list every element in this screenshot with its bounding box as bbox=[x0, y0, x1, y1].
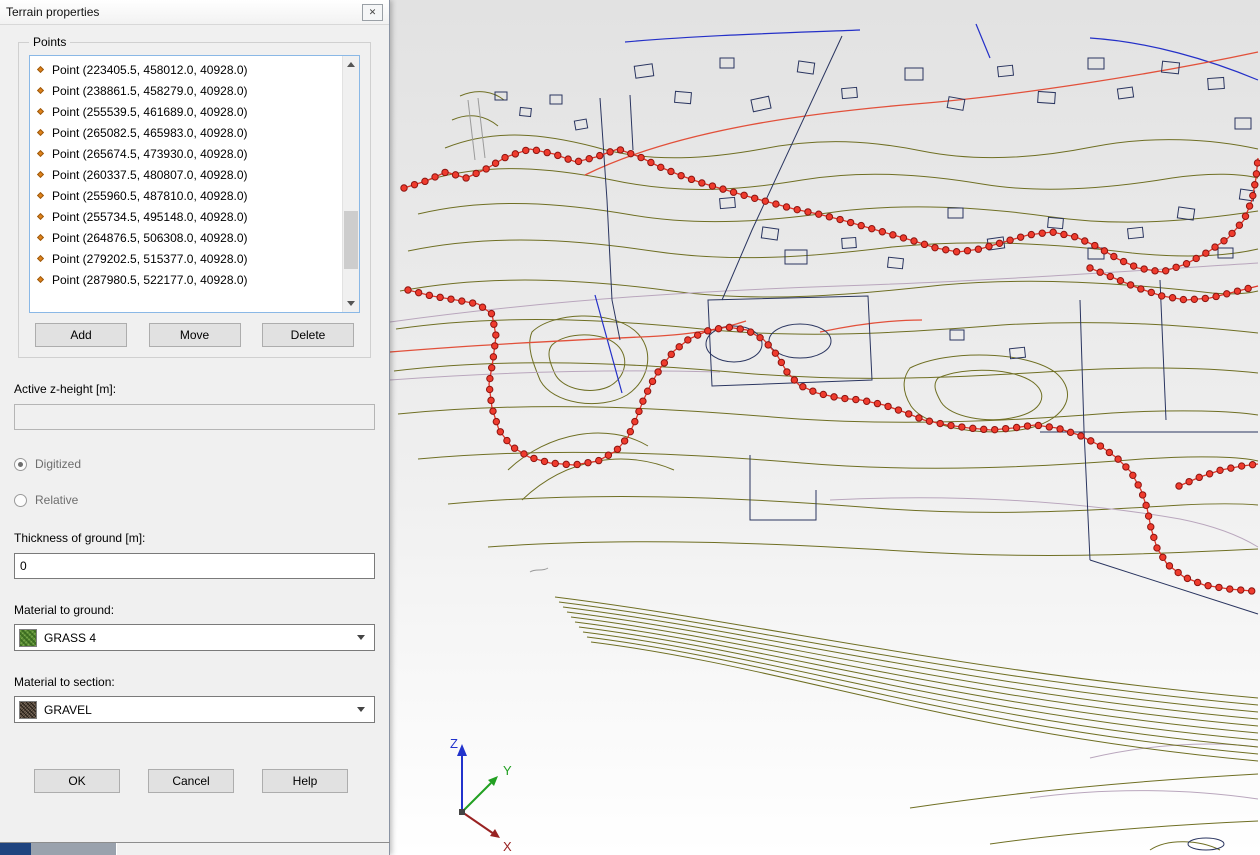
point-item-label: Point (265082.5, 465983.0, 40928.0) bbox=[52, 126, 248, 140]
point-item[interactable]: Point (255960.5, 487810.0, 40928.0) bbox=[30, 185, 342, 206]
axis-origin bbox=[459, 809, 465, 815]
dialog-title: Terrain properties bbox=[6, 5, 99, 19]
arrow-up-icon bbox=[347, 62, 355, 67]
point-item[interactable]: Point (265082.5, 465983.0, 40928.0) bbox=[30, 122, 342, 143]
point-item[interactable]: Point (279202.5, 515377.0, 40928.0) bbox=[30, 248, 342, 269]
point-item-label: Point (255960.5, 487810.0, 40928.0) bbox=[52, 189, 248, 203]
point-item-label: Point (264876.5, 506308.0, 40928.0) bbox=[52, 231, 248, 245]
grass-texture-swatch bbox=[19, 629, 37, 647]
app-tab[interactable] bbox=[0, 843, 31, 855]
material-section-value: GRAVEL bbox=[44, 703, 92, 717]
point-item-label: Point (260337.5, 480807.0, 40928.0) bbox=[52, 168, 248, 182]
add-button[interactable]: Add bbox=[35, 323, 127, 347]
dialog-titlebar[interactable]: Terrain properties ✕ bbox=[0, 0, 389, 25]
point-diamond-icon bbox=[37, 171, 44, 178]
map-viewport[interactable]: Z Y X bbox=[390, 0, 1260, 855]
point-diamond-icon bbox=[37, 66, 44, 73]
move-button[interactable]: Move bbox=[149, 323, 241, 347]
relative-radio-label: Relative bbox=[35, 493, 78, 507]
point-diamond-icon bbox=[37, 87, 44, 94]
scrollbar-thumb[interactable] bbox=[344, 211, 358, 269]
ok-button[interactable]: OK bbox=[34, 769, 120, 793]
taskbar-segment bbox=[31, 843, 117, 855]
point-item-label: Point (279202.5, 515377.0, 40928.0) bbox=[52, 252, 248, 266]
scroll-up-button[interactable] bbox=[343, 56, 359, 73]
points-listbox[interactable]: Point (223405.5, 458012.0, 40928.0) Point… bbox=[29, 55, 360, 313]
application-window: Terrain properties ✕ Points Point (22340… bbox=[0, 0, 1260, 855]
relative-radio[interactable]: Relative bbox=[14, 493, 375, 507]
point-item-label: Point (223405.5, 458012.0, 40928.0) bbox=[52, 63, 248, 77]
point-diamond-icon bbox=[37, 276, 44, 283]
point-item[interactable]: Point (223405.5, 458012.0, 40928.0) bbox=[30, 59, 342, 80]
point-diamond-icon bbox=[37, 108, 44, 115]
points-group-label: Points bbox=[29, 35, 70, 49]
point-diamond-icon bbox=[37, 213, 44, 220]
z-axis-label: Z bbox=[450, 736, 458, 751]
points-list: Point (223405.5, 458012.0, 40928.0) Point… bbox=[30, 56, 342, 312]
help-button[interactable]: Help bbox=[262, 769, 348, 793]
point-diamond-icon bbox=[37, 129, 44, 136]
material-section-select[interactable]: GRAVEL bbox=[14, 696, 375, 723]
active-z-label: Active z-height [m]: bbox=[14, 382, 375, 396]
x-axis-label: X bbox=[503, 839, 512, 854]
point-diamond-icon bbox=[37, 192, 44, 199]
material-ground-label: Material to ground: bbox=[14, 603, 375, 617]
chevron-down-icon bbox=[357, 707, 365, 712]
radio-checked-icon bbox=[14, 458, 27, 471]
scrollbar-track[interactable] bbox=[343, 73, 359, 295]
thickness-input[interactable] bbox=[14, 553, 375, 579]
delete-button[interactable]: Delete bbox=[262, 323, 354, 347]
close-icon: ✕ bbox=[369, 7, 377, 18]
material-ground-value: GRASS 4 bbox=[44, 631, 96, 645]
point-item[interactable]: Point (238861.5, 458279.0, 40928.0) bbox=[30, 80, 342, 101]
terrain-map[interactable]: Z Y X bbox=[390, 0, 1260, 855]
taskbar-fragment bbox=[0, 842, 390, 855]
point-item[interactable]: Point (264876.5, 506308.0, 40928.0) bbox=[30, 227, 342, 248]
cancel-button[interactable]: Cancel bbox=[148, 769, 234, 793]
point-item[interactable]: Point (255539.5, 461689.0, 40928.0) bbox=[30, 101, 342, 122]
map-background bbox=[390, 0, 1260, 855]
points-scrollbar[interactable] bbox=[342, 56, 359, 312]
point-item[interactable]: Point (260337.5, 480807.0, 40928.0) bbox=[30, 164, 342, 185]
point-item-label: Point (287980.5, 522177.0, 40928.0) bbox=[52, 273, 248, 287]
chevron-down-icon bbox=[357, 635, 365, 640]
material-section-label: Material to section: bbox=[14, 675, 375, 689]
active-z-input bbox=[14, 404, 375, 430]
digitized-radio[interactable]: Digitized bbox=[14, 457, 375, 471]
point-diamond-icon bbox=[37, 234, 44, 241]
radio-unchecked-icon bbox=[14, 494, 27, 507]
material-ground-select[interactable]: GRASS 4 bbox=[14, 624, 375, 651]
digitized-radio-label: Digitized bbox=[35, 457, 81, 471]
close-button[interactable]: ✕ bbox=[362, 4, 383, 21]
point-item[interactable]: Point (265674.5, 473930.0, 40928.0) bbox=[30, 143, 342, 164]
terrain-properties-dialog: Terrain properties ✕ Points Point (22340… bbox=[0, 0, 390, 855]
point-item-label: Point (255539.5, 461689.0, 40928.0) bbox=[52, 105, 248, 119]
points-group: Points Point (223405.5, 458012.0, 40928.… bbox=[18, 35, 371, 358]
thickness-label: Thickness of ground [m]: bbox=[14, 531, 375, 545]
arrow-down-icon bbox=[347, 301, 355, 306]
scroll-down-button[interactable] bbox=[343, 295, 359, 312]
gravel-texture-swatch bbox=[19, 701, 37, 719]
point-item-label: Point (255734.5, 495148.0, 40928.0) bbox=[52, 210, 248, 224]
y-axis-label: Y bbox=[503, 763, 512, 778]
point-diamond-icon bbox=[37, 255, 44, 262]
point-item-label: Point (238861.5, 458279.0, 40928.0) bbox=[52, 84, 248, 98]
point-diamond-icon bbox=[37, 150, 44, 157]
point-item-label: Point (265674.5, 473930.0, 40928.0) bbox=[52, 147, 248, 161]
point-item[interactable]: Point (287980.5, 522177.0, 40928.0) bbox=[30, 269, 342, 290]
point-item[interactable]: Point (255734.5, 495148.0, 40928.0) bbox=[30, 206, 342, 227]
